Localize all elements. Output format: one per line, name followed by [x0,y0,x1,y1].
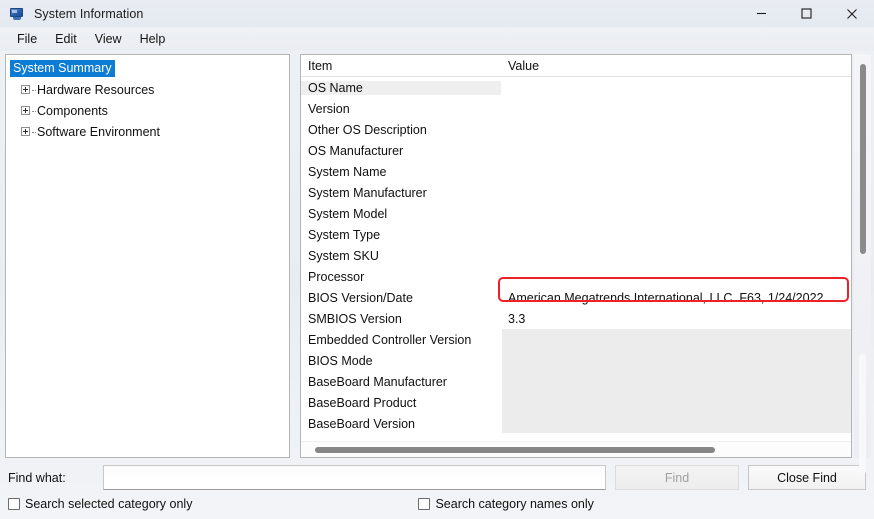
cell-item: System SKU [308,248,379,263]
vertical-scrollbar-thumb[interactable] [860,64,866,254]
table-row[interactable]: BaseBoard Product [301,392,851,413]
cell-item: System Type [308,227,381,242]
content-area: System Summary Hardware Resources Compon… [0,51,874,474]
tree-item-hardware-resources[interactable]: Hardware Resources [6,79,289,100]
cell-item: System Name [308,164,387,179]
find-input[interactable] [103,465,606,490]
cell-item: BIOS Mode [308,353,373,368]
cell-item: BaseBoard Version [308,416,416,431]
table-row[interactable]: Processor [301,266,851,287]
horizontal-scrollbar-thumb[interactable] [315,447,715,453]
vertical-scrollbar[interactable] [854,54,871,474]
table-row[interactable]: System Type [301,224,851,245]
expand-plus-icon[interactable] [17,106,36,115]
table-row[interactable]: OS Manufacturer [301,140,851,161]
cell-item: BIOS Version/Date [308,290,413,305]
table-row[interactable]: BaseBoard Version [301,413,851,434]
pane-splitter[interactable] [290,54,300,458]
tree-item-components[interactable]: Components [6,100,289,121]
column-header-label: Item [308,58,333,73]
find-bar: Find what: Find Close Find [0,458,874,494]
category-tree[interactable]: System Summary Hardware Resources Compon… [5,54,290,458]
cell-item: OS Name [301,80,501,95]
tree-item-label: Software Environment [37,124,160,139]
cell-item: BaseBoard Manufacturer [308,374,447,389]
search-options-row: Search selected category only Search cat… [0,494,874,519]
table-row[interactable]: Embedded Controller Version [301,329,851,350]
table-row[interactable]: SMBIOS Version 3.3 [301,308,851,329]
search-category-names-checkbox[interactable]: Search category names only [418,497,594,511]
column-header-value[interactable]: Value [501,55,851,76]
checkbox-label: Search category names only [435,497,594,511]
table-row[interactable]: OS Name [301,77,851,98]
table-row[interactable]: System Name [301,161,851,182]
find-what-label: Find what: [8,470,66,485]
checkbox-icon[interactable] [8,498,20,510]
tree-item-label: Hardware Resources [37,82,155,97]
cell-item: Other OS Description [308,122,427,137]
system-information-window: System Information File Edit View Help S… [0,0,874,519]
checkbox-label: Search selected category only [25,497,193,511]
table-row[interactable]: Version [301,98,851,119]
maximize-icon [801,8,812,19]
minimize-button[interactable] [739,0,784,27]
find-button[interactable]: Find [615,465,739,490]
vertical-scrollbar-thumb-secondary[interactable] [859,354,866,474]
horizontal-scrollbar[interactable] [301,441,851,457]
cell-value: 3.3 [508,311,526,326]
cell-item: BaseBoard Product [308,395,417,410]
cell-item: Processor [308,269,365,284]
details-list: Item Value OS Name Version Other OS Descri… [300,54,852,458]
system-information-icon [9,6,25,22]
list-column-headers: Item Value [301,55,851,77]
minimize-icon [757,12,766,15]
menu-file[interactable]: File [8,29,46,49]
tree-item-system-summary[interactable]: System Summary [6,58,289,79]
list-scroll-region: OS Name Version Other OS Description OS Man… [301,77,851,441]
expand-plus-icon[interactable] [17,127,36,136]
close-button[interactable] [829,0,874,27]
expand-plus-icon[interactable] [17,85,36,94]
table-row[interactable]: BaseBoard Manufacturer [301,371,851,392]
list-rows: OS Name Version Other OS Description OS Man… [301,77,851,434]
column-header-label: Value [508,58,540,73]
close-icon [846,8,857,19]
tree-item-label: Components [37,103,108,118]
table-row[interactable]: Other OS Description [301,119,851,140]
cell-value: American Megatrends International, LLC. … [508,290,824,305]
tree-item-software-environment[interactable]: Software Environment [6,121,289,142]
window-controls [739,0,874,27]
title-bar[interactable]: System Information [0,0,874,27]
close-find-button[interactable]: Close Find [748,465,866,490]
cell-item: System Model [308,206,388,221]
cell-item: SMBIOS Version [308,311,402,326]
menu-bar: File Edit View Help [0,27,874,51]
menu-help[interactable]: Help [131,29,175,49]
table-row[interactable]: System Manufacturer [301,182,851,203]
search-selected-category-checkbox[interactable]: Search selected category only [8,497,192,511]
window-title: System Information [34,6,144,21]
cell-item: Embedded Controller Version [308,332,472,347]
cell-item: OS Manufacturer [308,143,404,158]
tree-item-label: System Summary [10,60,115,77]
checkbox-icon[interactable] [418,498,431,510]
maximize-button[interactable] [784,0,829,27]
cell-item: Version [308,101,350,116]
table-row[interactable]: System SKU [301,245,851,266]
cell-item: System Manufacturer [308,185,427,200]
table-row[interactable]: BIOS Version/Date American Megatrends Int… [301,287,851,308]
table-row[interactable]: System Model [301,203,851,224]
column-header-item[interactable]: Item [301,55,501,76]
menu-view[interactable]: View [86,29,131,49]
menu-edit[interactable]: Edit [46,29,86,49]
table-row[interactable]: BIOS Mode [301,350,851,371]
